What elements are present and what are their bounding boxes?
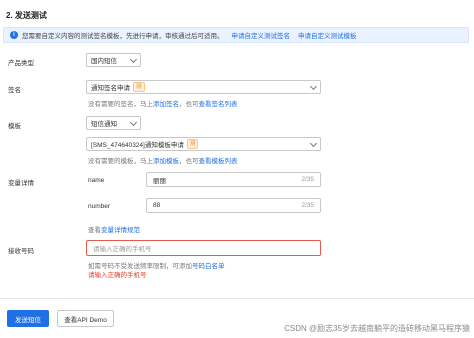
variable-value: 88: [153, 202, 161, 209]
send-sms-button[interactable]: 发送短信: [7, 310, 49, 327]
phone-input[interactable]: 请输入正确的手机号: [86, 240, 321, 256]
phone-error: 请输入正确的手机号: [88, 272, 147, 279]
char-count: 2/35: [301, 176, 314, 183]
divider: [0, 298, 474, 299]
test-tag: 测: [133, 82, 145, 92]
signature-hint: 没有需要的签名，马上添加签名，也可查看签名列表: [88, 98, 238, 108]
char-count: 2/35: [301, 202, 314, 209]
view-api-demo-button[interactable]: 查看API Demo: [57, 310, 114, 327]
watermark: CSDN @励志35岁去越南躺平的造砖移动黑马程序猿: [284, 324, 470, 333]
apply-signature-link[interactable]: 申请自定义测试签名: [232, 30, 291, 40]
template-type-value: 短信通知: [91, 121, 117, 128]
variable-spec-link[interactable]: 变量详情规范: [101, 227, 140, 234]
signature-value: 通知签名申请: [91, 85, 130, 92]
variable-spec-prefix: 查看: [88, 227, 101, 234]
template-value: [SMS_474640324]通知模板申请: [91, 142, 184, 149]
signature-label: 签名: [8, 87, 21, 94]
chevron-down-icon: [309, 82, 318, 91]
signature-list-link[interactable]: 查看签名列表: [199, 101, 238, 108]
template-label: 模板: [8, 123, 21, 130]
template-type-select[interactable]: 短信通知: [86, 116, 141, 130]
section-title: 2. 发送测试: [6, 11, 47, 20]
product-type-label: 产品类型: [8, 60, 34, 67]
variable-input-name[interactable]: 丽丽 2/35: [146, 172, 321, 187]
variable-name: name: [88, 177, 105, 184]
whitelist-link[interactable]: 号码白名单: [192, 263, 225, 270]
signature-hint-text: 没有需要的签名，马上: [88, 101, 153, 108]
variables-label: 变量详情: [8, 180, 34, 187]
chevron-down-icon: [309, 139, 318, 148]
template-list-link[interactable]: 查看模板列表: [199, 158, 238, 165]
chevron-down-icon: [129, 118, 138, 127]
add-signature-link[interactable]: 添加签名: [153, 101, 179, 108]
template-hint-mid: ，也可: [179, 158, 199, 165]
apply-template-link[interactable]: 申请自定义测试模板: [298, 30, 357, 40]
notice-banner: i 您需要自定义内容的测试签名模板，先进行申请，审核通过后可适用。 申请自定义测…: [3, 27, 469, 43]
template-select[interactable]: [SMS_474640324]通知模板申请 测: [86, 137, 321, 151]
variable-spec-hint: 查看变量详情规范: [88, 224, 140, 234]
phone-label: 接收号码: [8, 248, 34, 255]
signature-hint-mid: ，也可: [179, 101, 199, 108]
test-tag: 测: [186, 139, 199, 149]
add-template-link[interactable]: 添加模板: [153, 158, 179, 165]
product-type-value: 国内短信: [91, 58, 117, 65]
template-hint: 没有需要的模板，马上添加模板，也可查看模板列表: [88, 155, 238, 165]
product-type-select[interactable]: 国内短信: [86, 53, 141, 67]
info-icon: i: [10, 31, 18, 39]
variable-input-number[interactable]: 88 2/35: [146, 198, 321, 213]
template-hint-text: 没有需要的模板，马上: [88, 158, 153, 165]
variable-name: number: [88, 203, 111, 210]
variable-value: 丽丽: [153, 177, 166, 185]
notice-message: 您需要自定义内容的测试签名模板，先进行申请，审核通过后可适用。: [22, 33, 224, 40]
signature-select[interactable]: 通知签名申请 测: [86, 80, 321, 94]
chevron-down-icon: [129, 55, 138, 64]
